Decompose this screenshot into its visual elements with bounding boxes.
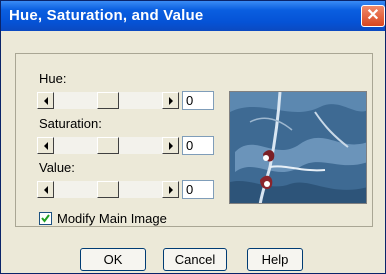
value-left-button[interactable] (37, 181, 54, 198)
left-arrow-icon (44, 97, 48, 105)
hue-thumb[interactable] (97, 92, 119, 109)
value-label: Value: (39, 160, 75, 175)
modify-main-image-label: Modify Main Image (57, 211, 167, 226)
value-slider[interactable] (37, 181, 179, 198)
close-icon: ✕ (366, 7, 380, 24)
saturation-left-button[interactable] (37, 137, 54, 154)
cancel-button[interactable]: Cancel (163, 248, 227, 271)
value-value-field[interactable]: 0 (182, 180, 214, 199)
saturation-thumb[interactable] (97, 137, 119, 154)
right-arrow-icon (169, 186, 173, 194)
ok-button[interactable]: OK (80, 248, 146, 271)
value-thumb[interactable] (97, 181, 119, 198)
check-icon (41, 214, 50, 223)
window-title: Hue, Saturation, and Value (9, 7, 204, 24)
right-arrow-icon (169, 97, 173, 105)
preview-image (229, 91, 367, 204)
hue-left-button[interactable] (37, 92, 54, 109)
saturation-label: Saturation: (39, 116, 102, 131)
help-button[interactable]: Help (247, 248, 303, 271)
value-right-button[interactable] (162, 181, 179, 198)
modify-main-image-checkbox[interactable] (39, 212, 52, 225)
saturation-right-button[interactable] (162, 137, 179, 154)
left-arrow-icon (44, 142, 48, 150)
right-arrow-icon (169, 142, 173, 150)
left-arrow-icon (44, 186, 48, 194)
title-bar[interactable]: Hue, Saturation, and Value ✕ (1, 1, 385, 31)
hue-slider[interactable] (37, 92, 179, 109)
saturation-value-field[interactable]: 0 (182, 136, 214, 155)
hsv-dialog: Hue, Saturation, and Value ✕ Hue: 0 Satu… (0, 0, 386, 274)
saturation-slider[interactable] (37, 137, 179, 154)
hue-value-field[interactable]: 0 (182, 91, 214, 110)
hue-label: Hue: (39, 71, 67, 86)
hue-right-button[interactable] (162, 92, 179, 109)
close-button[interactable]: ✕ (361, 5, 385, 27)
